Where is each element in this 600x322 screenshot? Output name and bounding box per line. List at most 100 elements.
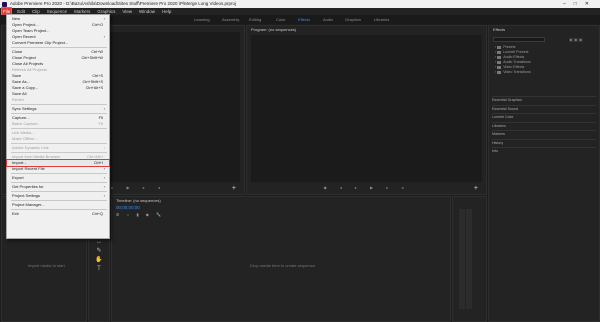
file-menu-item-label: Sync Settings	[12, 106, 37, 111]
submenu-arrow-icon: ›	[103, 175, 105, 180]
folder-icon	[497, 70, 502, 74]
hand-tool-icon[interactable]: ✋	[95, 257, 103, 264]
effects-folder[interactable]: › Audio Transitions	[495, 60, 531, 64]
project-import-hint: Import media to start	[28, 263, 65, 268]
submenu-arrow-icon: ›	[103, 184, 105, 189]
menu-separator	[11, 173, 107, 174]
effects-section-info[interactable]: Info	[492, 147, 596, 153]
effects-folder-label: Lumetri Presets	[503, 50, 529, 54]
effects-folder[interactable]: › Presets	[495, 45, 515, 49]
folder-icon	[497, 55, 502, 59]
shortcut-label: F6	[98, 122, 103, 126]
file-menu-item-adobe-dynamic-link: Adobe Dynamic Link ›	[7, 145, 109, 151]
folder-icon	[497, 45, 502, 49]
file-menu-item-label: Save a Copy...	[12, 85, 38, 90]
file-menu-item-label: Import from Media Browser	[12, 154, 61, 159]
file-menu-item-import-recent-file[interactable]: Import Recent File ›	[7, 166, 109, 172]
menu-separator	[11, 104, 107, 105]
workspace-tab-editing[interactable]: Editing	[249, 15, 261, 24]
file-menu-item-convert-premiere-clip-project[interactable]: Convert Premiere Clip Project...	[7, 40, 109, 46]
menu-view[interactable]: View	[121, 8, 133, 15]
workspace-tab-audio[interactable]: Audio	[323, 15, 333, 24]
file-menu-item-label: Import Recent File	[12, 166, 45, 171]
file-menu-item-label: Capture...	[12, 115, 30, 120]
file-menu-item-label: Close Project	[12, 55, 36, 60]
workspace-tab-assembly[interactable]: Assembly	[222, 15, 239, 24]
file-menu-item-label: Revert	[12, 97, 24, 102]
submenu-arrow-icon: ›	[103, 145, 105, 150]
submenu-arrow-icon: ›	[103, 193, 105, 198]
timeline-timecode[interactable]: 00;00;00;00	[116, 205, 140, 210]
submenu-arrow-icon: ›	[103, 166, 105, 171]
file-menu-item-export[interactable]: Export ›	[7, 175, 109, 181]
file-menu-item-label: Save	[12, 73, 22, 78]
effects-section-lumetri-color[interactable]: Lumetri Color	[492, 113, 596, 119]
file-menu-item-make-offline: Make Offline...	[7, 136, 109, 142]
window-controls[interactable]: –□✕	[563, 0, 597, 8]
effects-section-markers[interactable]: Markers	[492, 130, 596, 136]
program-monitor	[251, 35, 482, 182]
file-menu-item-exit[interactable]: Exit Ctrl+Q	[7, 211, 109, 217]
file-menu-item-project-settings[interactable]: Project Settings ›	[7, 193, 109, 199]
type-tool-icon[interactable]: T	[95, 266, 103, 273]
effects-panel: Effects ▣ ▣ ▣ › Presets › Lumetri Presets…	[488, 25, 600, 322]
program-panel-title: Program: (no sequences)	[251, 27, 297, 32]
workspace-tab-learning[interactable]: Learning	[194, 15, 210, 24]
menu-separator	[11, 209, 107, 210]
file-menu-item-label: Project Settings	[12, 193, 41, 198]
timeline-panel: Timeline: (no sequences) 00;00;00;00 ⊞ ∩…	[111, 196, 451, 322]
file-menu-item-label: Close	[12, 49, 23, 54]
source-add-button-icon[interactable]: +	[232, 185, 236, 192]
effects-section-essential-sound[interactable]: Essential Sound	[492, 104, 596, 111]
program-monitor-panel: Program: (no sequences) ◆ ◂ ▸ ▶ ▸ ◂ +	[246, 25, 487, 195]
menu-help[interactable]: Help	[161, 8, 172, 15]
file-menu-item-label: Import...	[12, 160, 27, 165]
menu-window[interactable]: Window	[138, 8, 156, 15]
menu-separator	[11, 47, 107, 48]
file-menu-item-label: Batch Capture...	[12, 121, 41, 126]
program-transport-controls[interactable]: ◆ ◂ ▸ ▶ ▸ ◂	[247, 185, 486, 192]
effects-panel-title: Effects	[493, 27, 506, 32]
workspace-tab-effects[interactable]: Effects	[298, 15, 310, 24]
file-menu-dropdown: New › Open Project... Ctrl+O Open Team Proje…	[6, 14, 110, 239]
file-menu-item-label: Adobe Dynamic Link	[12, 145, 49, 150]
shortcut-label: Ctrl+Q	[91, 212, 103, 216]
file-menu-item-label: Close All Projects	[12, 61, 44, 66]
file-menu-item-batch-capture: Batch Capture... F6	[7, 121, 109, 127]
file-menu-item-label: Open Project...	[12, 22, 39, 27]
effects-folder-label: Video Effects	[503, 65, 525, 69]
effects-filter-icons[interactable]: ▣ ▣ ▣	[569, 37, 583, 42]
file-menu-item-get-properties-for[interactable]: Get Properties for ›	[7, 184, 109, 190]
menu-separator	[11, 152, 107, 153]
timeline-toolbar-icons[interactable]: ⊞ ∩ ▮ ◆ 🔧	[116, 212, 164, 217]
effects-folder-label: Video Transitions	[503, 70, 531, 74]
effects-section-history[interactable]: History	[492, 138, 596, 145]
workspace-tab-graphics[interactable]: Graphics	[345, 15, 361, 24]
folder-icon	[497, 60, 502, 64]
timeline-drop-hint: Drop media here to create sequence.	[250, 263, 317, 268]
effects-folder[interactable]: › Video Transitions	[495, 70, 531, 74]
file-menu-item-sync-settings[interactable]: Sync Settings ›	[7, 106, 109, 112]
effects-search-input[interactable]	[493, 37, 545, 42]
slip-tool-icon[interactable]: ↔	[95, 239, 103, 246]
effects-section-libraries[interactable]: Libraries	[492, 121, 596, 128]
effects-folder[interactable]: › Lumetri Presets	[495, 50, 528, 54]
effects-folder[interactable]: › Audio Effects	[495, 55, 524, 59]
workspace-tab-libraries[interactable]: Libraries	[374, 15, 389, 24]
file-menu-item-revert: Revert	[7, 97, 109, 103]
effects-folder-label: Audio Transitions	[503, 60, 531, 64]
file-menu-item-project-manager[interactable]: Project Manager...	[7, 202, 109, 208]
title-bar: Adobe Premiere Pro 2020 - D:\Bazu\Ashila…	[0, 0, 600, 8]
file-menu-item-label: Get Properties for	[12, 184, 44, 189]
file-menu-item-label: Save As...	[12, 79, 31, 84]
effects-section-essential-graphics[interactable]: Essential Graphics	[492, 96, 596, 102]
menu-separator	[11, 113, 107, 114]
file-menu-item-label: Refresh All Projects	[12, 67, 47, 72]
workspace-tab-color[interactable]: Color	[276, 15, 286, 24]
menu-separator	[11, 182, 107, 183]
file-menu-item-label: Make Offline...	[12, 136, 38, 141]
effects-folder[interactable]: › Video Effects	[495, 65, 524, 69]
audio-meter-right	[466, 209, 472, 309]
program-add-button-icon[interactable]: +	[474, 185, 478, 192]
pen-tool-icon[interactable]: ✎	[95, 248, 103, 255]
